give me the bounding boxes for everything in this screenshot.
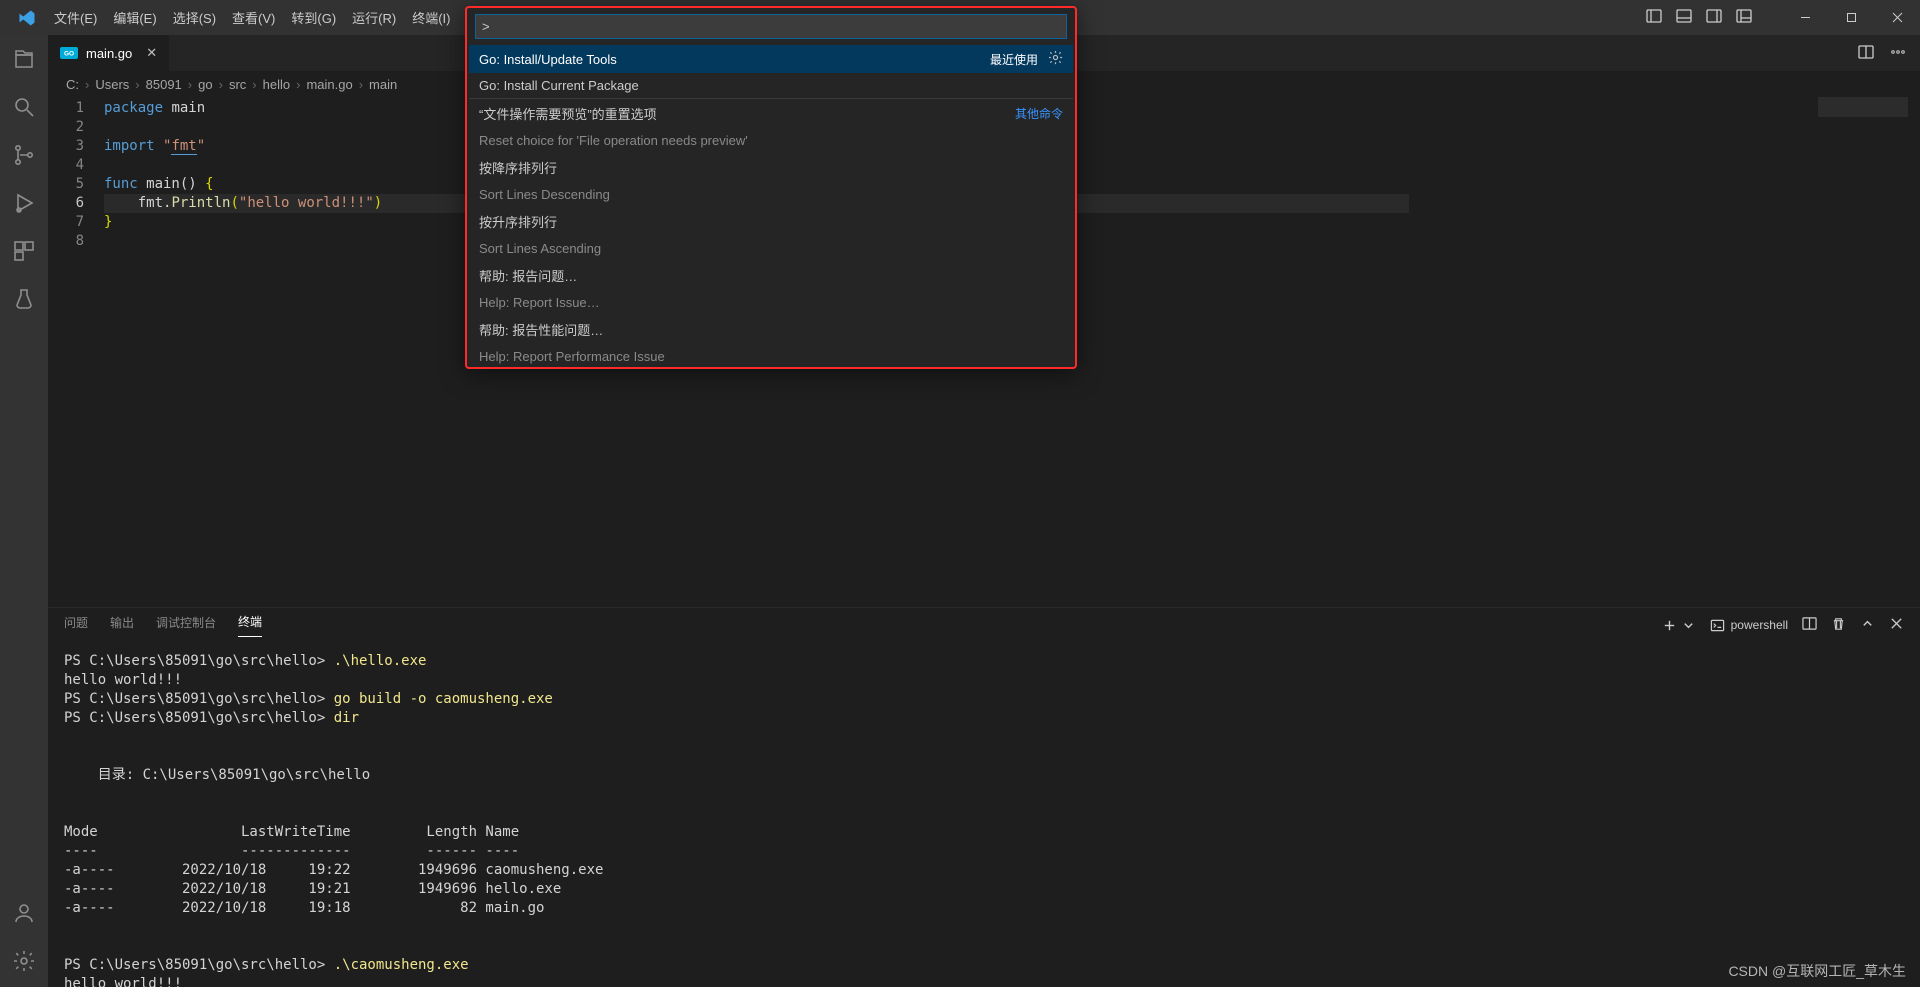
menu-编辑(E)[interactable]: 编辑(E) [105, 2, 164, 33]
panel-tab-问题[interactable]: 问题 [64, 614, 88, 637]
command-item[interactable]: Help: Report Performance Issue [469, 344, 1073, 365]
command-item[interactable]: 按降序排列行 [469, 153, 1073, 182]
window-close-button[interactable] [1874, 0, 1920, 35]
menu-文件(E)[interactable]: 文件(E) [46, 2, 105, 33]
line-number: 5 [48, 175, 104, 194]
line-number: 1 [48, 99, 104, 118]
gear-icon[interactable] [1048, 50, 1063, 68]
command-item[interactable]: 帮助: 报告性能问题… [469, 315, 1073, 344]
command-item[interactable]: Sort Lines Descending [469, 182, 1073, 207]
menu-转到(G)[interactable]: 转到(G) [283, 2, 344, 33]
activitybar [0, 35, 48, 987]
menu-运行(R)[interactable]: 运行(R) [344, 2, 404, 33]
layout-panel-icon[interactable] [1676, 8, 1692, 27]
breadcrumb-item[interactable]: Users [95, 77, 129, 92]
breadcrumb-item[interactable]: main [369, 77, 397, 92]
breadcrumb-item[interactable]: hello [263, 77, 290, 92]
command-palette-list: Go: Install/Update Tools最近使用Go: Install … [469, 45, 1073, 365]
panel-close-icon[interactable] [1889, 616, 1904, 634]
source-control-icon[interactable] [10, 141, 38, 169]
menubar: 文件(E)编辑(E)选择(S)查看(V)转到(G)运行(R)终端(I)帮助 [46, 2, 501, 33]
svg-text:GO: GO [64, 51, 74, 58]
command-item[interactable]: 按升序排列行 [469, 207, 1073, 236]
menu-终端(I)[interactable]: 终端(I) [404, 2, 458, 33]
accounts-icon[interactable] [10, 899, 38, 927]
menu-查看(V)[interactable]: 查看(V) [224, 2, 283, 33]
command-item[interactable]: Reset choice for 'File operation needs p… [469, 128, 1073, 153]
line-number: 6 [48, 194, 104, 213]
command-item[interactable]: “文件操作需要预览”的重置选项其他命令 [469, 98, 1073, 128]
terminal-output[interactable]: PS C:\Users\85091\go\src\hello> .\hello.… [48, 642, 1920, 987]
explorer-icon[interactable] [10, 45, 38, 73]
tab-label: main.go [86, 46, 132, 61]
command-item[interactable]: Sort Lines Ascending [469, 236, 1073, 261]
line-number: 8 [48, 232, 104, 251]
settings-gear-icon[interactable] [10, 947, 38, 975]
extensions-icon[interactable] [10, 237, 38, 265]
split-editor-icon[interactable] [1858, 44, 1874, 63]
command-palette: Go: Install/Update Tools最近使用Go: Install … [465, 6, 1077, 369]
more-actions-icon[interactable] [1890, 44, 1906, 63]
go-file-icon: GO [60, 47, 78, 59]
command-palette-input[interactable] [475, 14, 1067, 39]
terminal-kill-icon[interactable] [1831, 616, 1846, 634]
window-maximize-button[interactable] [1828, 0, 1874, 35]
breadcrumb-item[interactable]: C: [66, 77, 79, 92]
line-number: 2 [48, 118, 104, 137]
vscode-icon [18, 9, 36, 27]
gutter: 12345678 [48, 97, 104, 607]
terminal-shell-label[interactable]: powershell [1710, 618, 1788, 633]
menu-选择(S)[interactable]: 选择(S) [165, 2, 224, 33]
terminal-new-icon[interactable] [1662, 618, 1696, 633]
panel-tab-输出[interactable]: 输出 [110, 614, 134, 637]
minimap[interactable] [1818, 97, 1908, 117]
tab-main-go[interactable]: GO main.go ✕ [48, 35, 170, 71]
line-number: 7 [48, 213, 104, 232]
line-number: 3 [48, 137, 104, 156]
terminal-split-icon[interactable] [1802, 616, 1817, 634]
command-item[interactable]: 帮助: 报告问题… [469, 261, 1073, 290]
window-minimize-button[interactable] [1782, 0, 1828, 35]
breadcrumb-item[interactable]: 85091 [146, 77, 182, 92]
panel-tab-调试控制台[interactable]: 调试控制台 [156, 614, 216, 637]
layout-secondary-icon[interactable] [1706, 8, 1722, 27]
command-item[interactable]: Help: Report Issue… [469, 290, 1073, 315]
breadcrumb-item[interactable]: src [229, 77, 246, 92]
layout-custom-icon[interactable] [1736, 8, 1752, 27]
breadcrumb-item[interactable]: main.go [306, 77, 352, 92]
command-item[interactable]: Go: Install/Update Tools最近使用 [469, 45, 1073, 73]
run-debug-icon[interactable] [10, 189, 38, 217]
panel-tab-终端[interactable]: 终端 [238, 613, 262, 637]
watermark: CSDN @互联网工匠_草木生 [1728, 961, 1906, 981]
testing-icon[interactable] [10, 285, 38, 313]
panel: 问题输出调试控制台终端 powershell PS C:\Users\85091… [48, 607, 1920, 987]
tab-close-icon[interactable]: ✕ [146, 45, 157, 61]
layout-primary-icon[interactable] [1646, 8, 1662, 27]
search-icon[interactable] [10, 93, 38, 121]
breadcrumb-item[interactable]: go [198, 77, 212, 92]
panel-tabs: 问题输出调试控制台终端 powershell [48, 608, 1920, 642]
layout-icons [1646, 8, 1752, 27]
line-number: 4 [48, 156, 104, 175]
panel-maximize-icon[interactable] [1860, 616, 1875, 634]
command-item[interactable]: Go: Install Current Package [469, 73, 1073, 98]
